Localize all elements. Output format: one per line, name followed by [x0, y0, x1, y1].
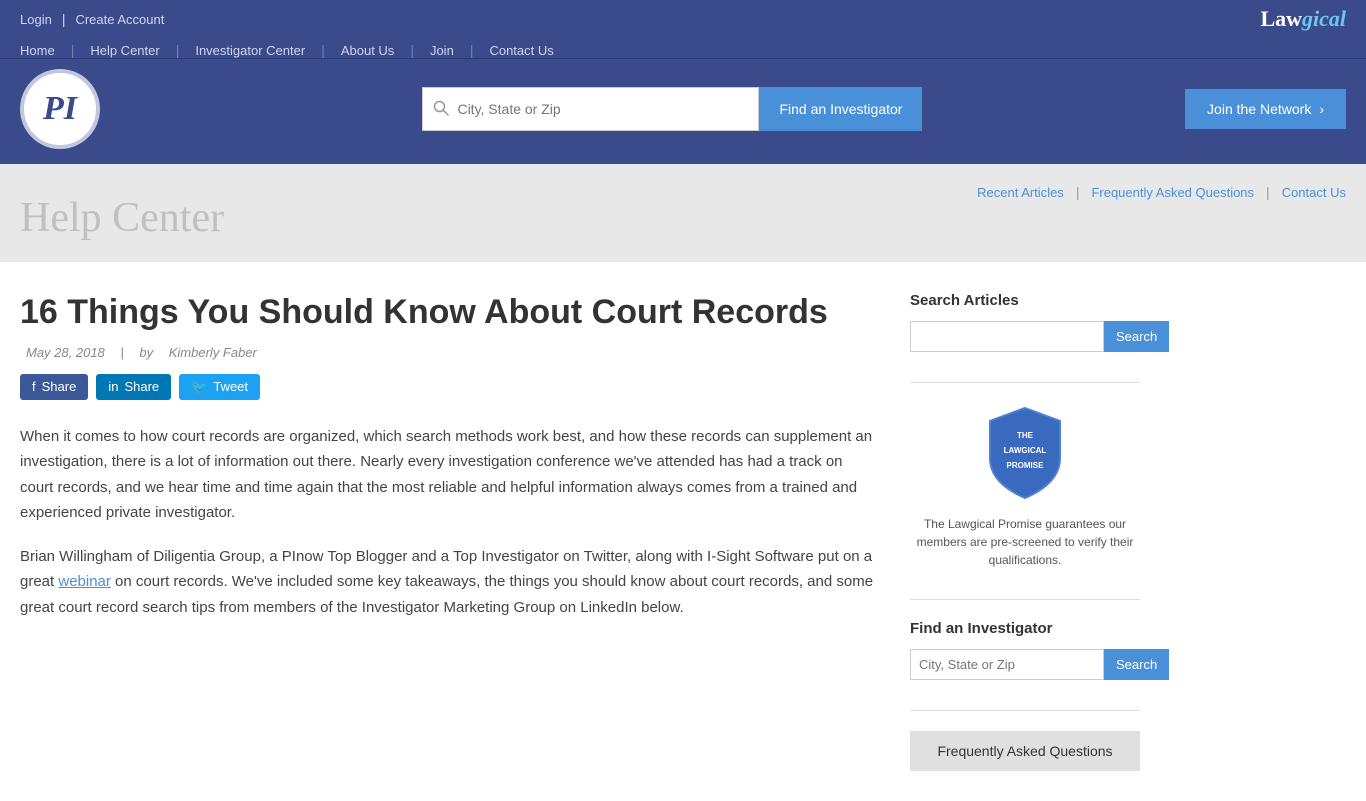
in-share-label: Share [124, 379, 159, 394]
article-body: When it comes to how court records are o… [20, 424, 880, 621]
search-icon [433, 100, 449, 119]
para2-part2: on court records. We've included some ke… [20, 573, 873, 616]
search-input-wrap [422, 87, 759, 131]
sidebar-find-button[interactable]: Search [1104, 649, 1169, 680]
tw-share-label: Tweet [213, 379, 248, 394]
article-title: 16 Things You Should Know About Court Re… [20, 292, 880, 333]
nav-contact-us[interactable]: Contact Us [489, 43, 553, 58]
join-network-button[interactable]: Join the Network › [1185, 89, 1346, 129]
article-para-2: Brian Willingham of Diligentia Group, a … [20, 544, 880, 621]
main-layout: 16 Things You Should Know About Court Re… [0, 262, 1366, 801]
contact-us-link[interactable]: Contact Us [1282, 185, 1346, 200]
promise-badge: THE LAWGICAL PROMISE [910, 403, 1140, 503]
header-search-bar: Find an Investigator [422, 87, 922, 131]
nav-join[interactable]: Join [430, 43, 454, 58]
sidebar-find-title: Find an Investigator [910, 620, 1140, 637]
help-banner: Help Center Recent Articles | Frequently… [0, 164, 1366, 262]
webinar-link[interactable]: webinar [58, 573, 111, 590]
logo-law: Law [1260, 6, 1302, 31]
nav-about-us[interactable]: About Us [341, 43, 394, 58]
sidebar-search-title: Search Articles [910, 292, 1140, 309]
nav-investigator-center[interactable]: Investigator Center [195, 43, 305, 58]
divider: | [62, 11, 66, 27]
sidebar-divider-2 [910, 599, 1140, 600]
sidebar-find-section: Find an Investigator Search [910, 620, 1140, 680]
find-investigator-button[interactable]: Find an Investigator [759, 87, 922, 131]
svg-text:PROMISE: PROMISE [1007, 461, 1045, 470]
lawgical-logo: Lawgical [1260, 6, 1346, 32]
sidebar-search-wrap: Search [910, 321, 1140, 352]
join-btn-label: Join the Network [1207, 101, 1311, 117]
svg-text:LAWGICAL: LAWGICAL [1004, 446, 1047, 455]
share-buttons: f Share in Share 🐦 Tweet [20, 374, 880, 400]
article-author: Kimberly Faber [169, 345, 257, 360]
article-para-1: When it comes to how court records are o… [20, 424, 880, 526]
sidebar-search-button[interactable]: Search [1104, 321, 1169, 352]
login-link[interactable]: Login [20, 12, 52, 27]
nav-help-center[interactable]: Help Center [90, 43, 159, 58]
lawgical-promise-section: THE LAWGICAL PROMISE The Lawgical Promis… [910, 403, 1140, 569]
top-bar: Login | Create Account Lawgical [0, 0, 1366, 38]
header-search-input[interactable] [457, 101, 748, 117]
facebook-icon: f [32, 379, 36, 394]
logo-now-text: now.com [104, 102, 160, 117]
faq-button[interactable]: Frequently Asked Questions [910, 731, 1140, 771]
help-banner-nav: Recent Articles | Frequently Asked Quest… [977, 184, 1346, 200]
chevron-right-icon: › [1319, 101, 1324, 117]
logo-gical: gical [1302, 6, 1346, 31]
logo-circle: PI [20, 69, 100, 149]
article: 16 Things You Should Know About Court Re… [20, 292, 880, 771]
header: PI now.com Find an Investigator Join the… [0, 59, 1366, 164]
recent-articles-link[interactable]: Recent Articles [977, 185, 1064, 200]
header-nav: Home | Help Center | Investigator Center… [20, 42, 1346, 58]
promise-description: The Lawgical Promise guarantees our memb… [910, 515, 1140, 569]
create-account-link[interactable]: Create Account [75, 12, 164, 27]
article-date: May 28, 2018 [26, 345, 105, 360]
twitter-share-button[interactable]: 🐦 Tweet [179, 374, 260, 400]
sidebar-search-section: Search Articles Search [910, 292, 1140, 352]
svg-text:THE: THE [1017, 431, 1034, 440]
sidebar-divider-1 [910, 382, 1140, 383]
linkedin-share-button[interactable]: in Share [96, 374, 171, 400]
shield-icon: THE LAWGICAL PROMISE [980, 403, 1070, 503]
linkedin-icon: in [108, 379, 118, 394]
sidebar: Search Articles Search THE LAWGICAL PROM… [910, 292, 1140, 771]
help-center-title: Help Center [20, 194, 1346, 242]
article-meta: May 28, 2018 | by Kimberly Faber [20, 345, 880, 360]
site-logo: PI now.com [20, 69, 160, 149]
sidebar-find-input[interactable] [910, 649, 1104, 680]
article-author-label: by [139, 345, 156, 360]
top-bar-links: Login | Create Account [20, 11, 164, 27]
sidebar-divider-3 [910, 710, 1140, 711]
facebook-share-button[interactable]: f Share [20, 374, 88, 400]
sidebar-search-input[interactable] [910, 321, 1104, 352]
sidebar-find-wrap: Search [910, 649, 1140, 680]
fb-share-label: Share [42, 379, 77, 394]
faq-link[interactable]: Frequently Asked Questions [1091, 185, 1254, 200]
twitter-icon: 🐦 [191, 379, 207, 395]
nav-home[interactable]: Home [20, 43, 55, 58]
